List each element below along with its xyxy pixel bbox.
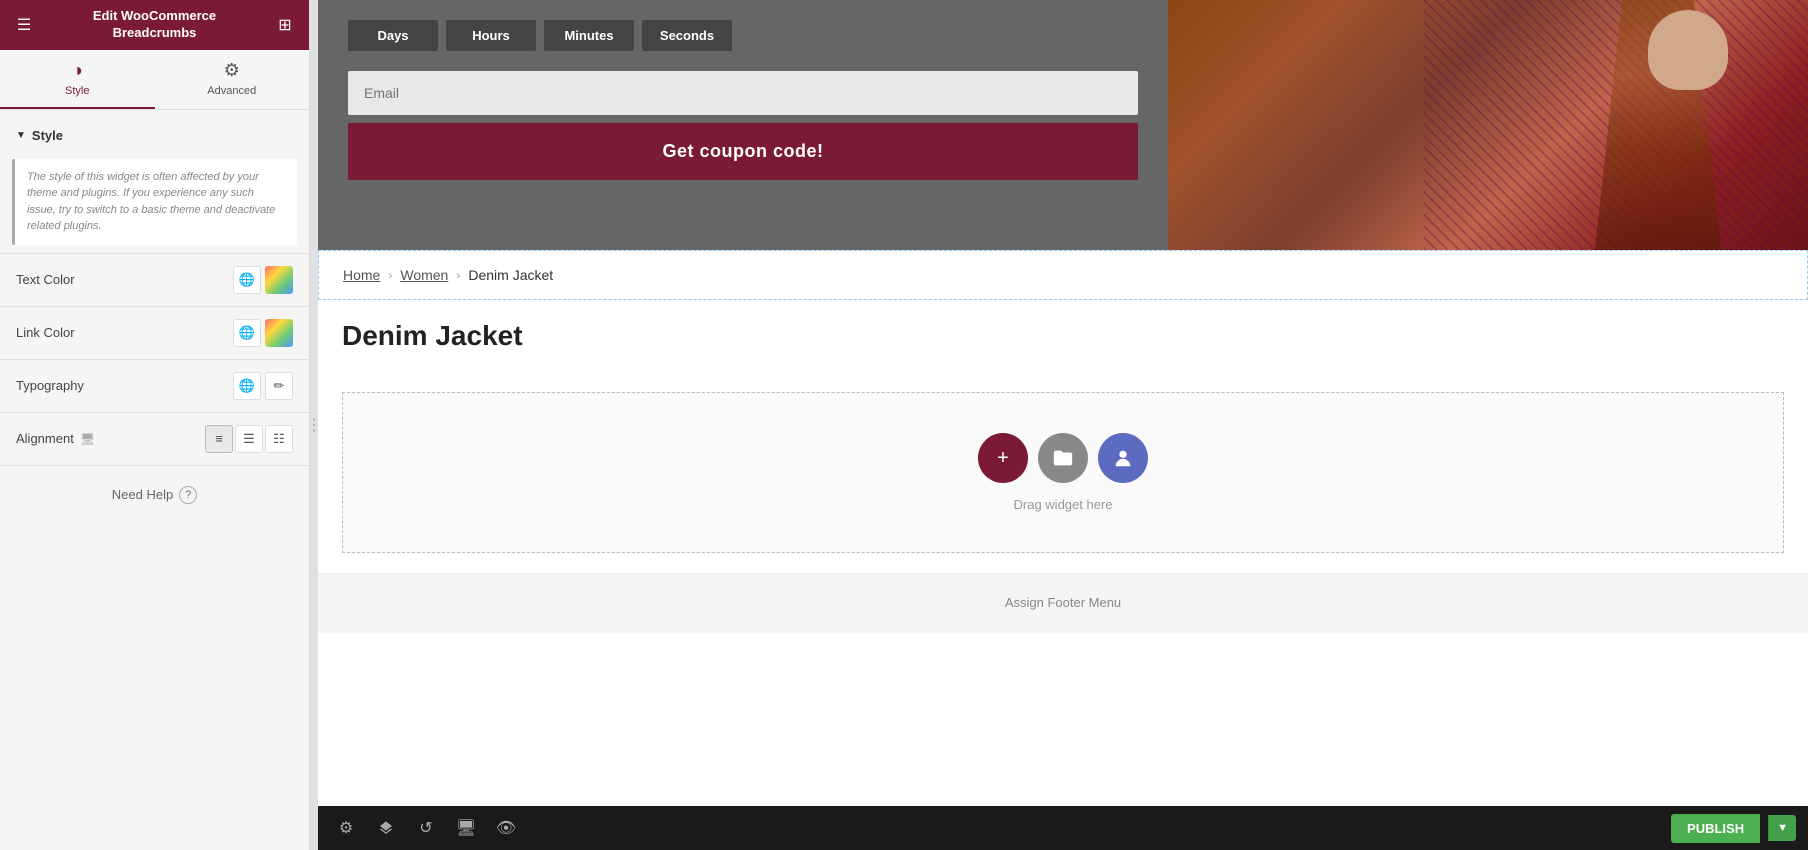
need-help-section[interactable]: Need Help ?: [0, 470, 309, 520]
panel-body: ▼ Style The style of this widget is ofte…: [0, 110, 309, 850]
align-right-btn[interactable]: ☷: [265, 425, 293, 453]
typography-label: Typography: [16, 378, 84, 393]
breadcrumb-home[interactable]: Home: [343, 267, 380, 283]
style-section-header[interactable]: ▼ Style: [0, 120, 309, 151]
breadcrumb-sep-2: ›: [456, 268, 460, 282]
drag-hint-text: Drag widget here: [1014, 497, 1113, 512]
panel-tabs: ◑ Style ⚙ Advanced: [0, 50, 309, 110]
typography-actions: 🌐 ✏: [233, 372, 293, 400]
layers-icon[interactable]: [370, 812, 402, 844]
divider-4: [0, 412, 309, 413]
style-tab-icon: ◑: [72, 60, 83, 81]
grid-icon[interactable]: ⊞: [273, 13, 297, 37]
advanced-tab-icon: ⚙: [224, 60, 240, 81]
link-color-picker-btn[interactable]: [265, 319, 293, 347]
text-color-label: Text Color: [16, 272, 75, 287]
product-area: Denim Jacket: [318, 300, 1808, 392]
hamburger-icon[interactable]: ☰: [12, 13, 36, 37]
breadcrumb-sep-1: ›: [388, 268, 392, 282]
style-info-box: The style of this widget is often affect…: [12, 159, 297, 245]
divider-1: [0, 253, 309, 254]
avatar-widget-btn[interactable]: [1098, 433, 1148, 483]
countdown-seconds: Seconds: [642, 20, 732, 51]
tab-advanced[interactable]: ⚙ Advanced: [155, 50, 310, 109]
countdown-row: Days Hours Minutes Seconds: [348, 20, 1138, 51]
alignment-group: ≡ ☰ ☷: [205, 425, 293, 453]
alignment-monitor-icon: 🖥: [80, 432, 95, 446]
tab-style[interactable]: ◑ Style: [0, 50, 155, 109]
need-help-label: Need Help: [112, 487, 173, 502]
section-arrow-icon: ▼: [16, 130, 26, 141]
align-center-btn[interactable]: ☰: [235, 425, 263, 453]
eye-icon[interactable]: 👁: [490, 812, 522, 844]
divider-2: [0, 306, 309, 307]
promo-right-image: [1168, 0, 1808, 250]
history-icon[interactable]: ↺: [410, 812, 442, 844]
panel-title: Edit WooCommerce Breadcrumbs: [36, 8, 273, 42]
fashion-image: [1168, 0, 1808, 250]
panel-header: ☰ Edit WooCommerce Breadcrumbs ⊞: [0, 0, 309, 50]
style-tab-label: Style: [65, 85, 89, 97]
typography-row: Typography 🌐 ✏: [0, 364, 309, 408]
footer-text: Assign Footer Menu: [1005, 595, 1121, 610]
align-left-btn[interactable]: ≡: [205, 425, 233, 453]
promo-layout: Days Hours Minutes Seconds Get coupon co…: [318, 0, 1808, 250]
promo-left: Days Hours Minutes Seconds Get coupon co…: [318, 0, 1168, 250]
breadcrumb: Home › Women › Denim Jacket: [343, 267, 1783, 283]
style-section-label: Style: [32, 128, 63, 143]
link-color-actions: 🌐: [233, 319, 293, 347]
advanced-tab-label: Advanced: [207, 85, 256, 97]
publish-button[interactable]: PUBLISH: [1671, 814, 1760, 843]
text-color-picker-btn[interactable]: [265, 266, 293, 294]
info-text: The style of this widget is often affect…: [27, 169, 285, 235]
resize-handle[interactable]: [310, 0, 318, 850]
text-color-actions: 🌐: [233, 266, 293, 294]
settings-icon[interactable]: ⚙: [330, 812, 362, 844]
countdown-hours: Hours: [446, 20, 536, 51]
help-icon: ?: [179, 486, 197, 504]
widget-drop-area[interactable]: + Drag widget here: [342, 392, 1784, 553]
alignment-row: Alignment 🖥 ≡ ☰ ☷: [0, 417, 309, 461]
typography-edit-btn[interactable]: ✏: [265, 372, 293, 400]
main-content: Days Hours Minutes Seconds Get coupon co…: [318, 0, 1808, 806]
countdown-days: Days: [348, 20, 438, 51]
footer-area: Assign Footer Menu: [318, 573, 1808, 633]
breadcrumb-area: Home › Women › Denim Jacket: [318, 250, 1808, 300]
divider-5: [0, 465, 309, 466]
widget-buttons: +: [978, 433, 1148, 483]
publish-dropdown-btn[interactable]: ▼: [1768, 815, 1796, 841]
product-title: Denim Jacket: [342, 320, 1784, 352]
countdown-minutes: Minutes: [544, 20, 634, 51]
bottom-toolbar: ⚙ ↺ 🖥 👁 PUBLISH ▼: [318, 806, 1808, 850]
alignment-label: Alignment 🖥: [16, 431, 95, 446]
text-color-row: Text Color 🌐: [0, 258, 309, 302]
link-color-row: Link Color 🌐: [0, 311, 309, 355]
divider-3: [0, 359, 309, 360]
breadcrumb-current: Denim Jacket: [468, 267, 553, 283]
link-color-global-btn[interactable]: 🌐: [233, 319, 261, 347]
breadcrumb-women[interactable]: Women: [400, 267, 448, 283]
add-widget-btn[interactable]: +: [978, 433, 1028, 483]
folder-widget-btn[interactable]: [1038, 433, 1088, 483]
monitor-icon[interactable]: 🖥: [450, 812, 482, 844]
link-color-label: Link Color: [16, 325, 75, 340]
left-panel: ☰ Edit WooCommerce Breadcrumbs ⊞ ◑ Style…: [0, 0, 310, 850]
text-color-global-btn[interactable]: 🌐: [233, 266, 261, 294]
coupon-button[interactable]: Get coupon code!: [348, 123, 1138, 180]
email-input[interactable]: [348, 71, 1138, 115]
typography-global-btn[interactable]: 🌐: [233, 372, 261, 400]
